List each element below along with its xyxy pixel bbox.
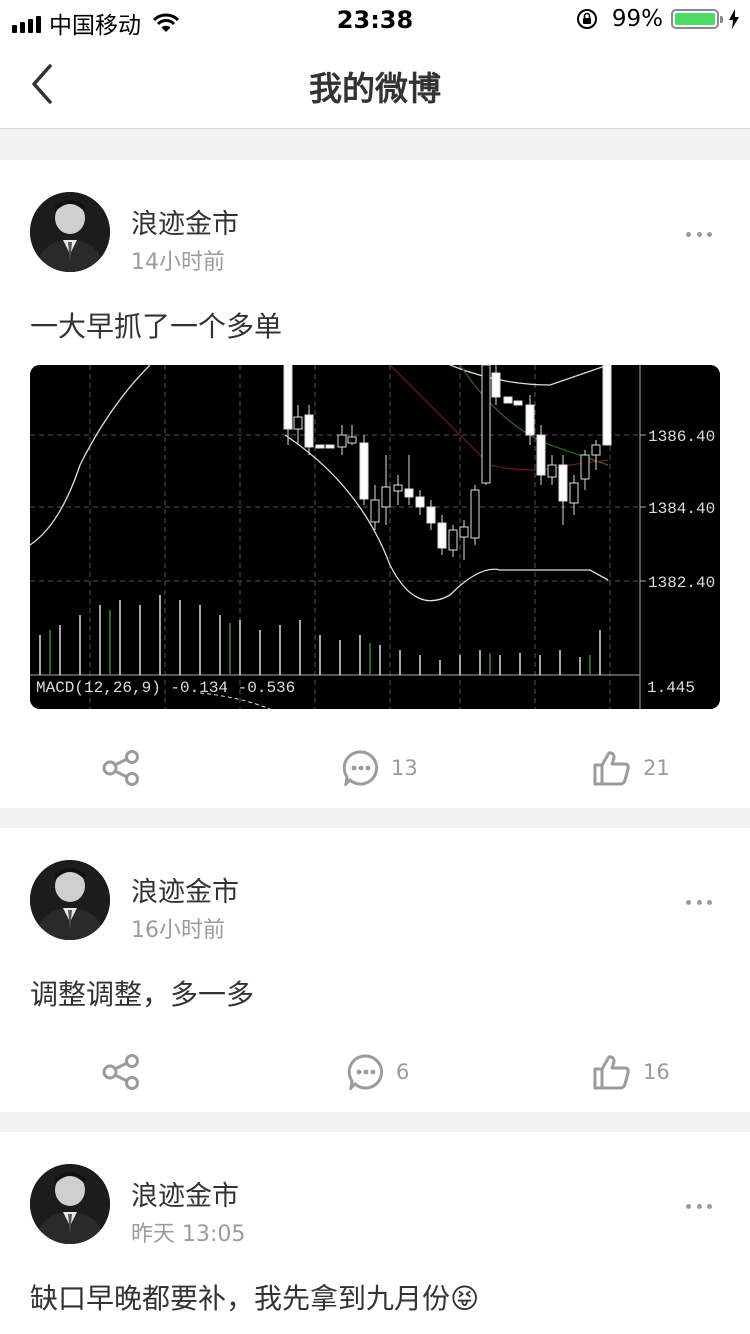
share-icon bbox=[102, 750, 139, 786]
avatar[interactable] bbox=[30, 192, 110, 272]
more-icon[interactable] bbox=[686, 897, 712, 907]
thumbs-up-icon bbox=[593, 751, 630, 786]
share-icon bbox=[102, 1054, 139, 1090]
post-text-body: 缺口早晚都要补，我先拿到九月份 bbox=[30, 1282, 451, 1315]
price-label: 1386.40 bbox=[648, 428, 715, 446]
macd-value: 1.445 bbox=[647, 679, 695, 697]
comment-count: 6 bbox=[396, 1060, 410, 1084]
author-name[interactable]: 浪迹金市 bbox=[131, 202, 239, 241]
post-card: 浪迹金市 昨天 13:05 缺口早晚都要补，我先拿到九月份😝 bbox=[0, 1132, 750, 1334]
macd-label: MACD(12,26,9) -0.134 -0.536 bbox=[36, 679, 295, 697]
comment-button[interactable]: 13 bbox=[343, 750, 418, 786]
comment-button[interactable]: 6 bbox=[348, 1054, 409, 1090]
more-icon[interactable] bbox=[686, 1201, 712, 1211]
post-text: 一大早抓了一个多单 bbox=[30, 310, 283, 343]
price-label: 1382.40 bbox=[648, 574, 715, 592]
status-bar: 中国移动 23:38 99% bbox=[0, 0, 750, 40]
post-text: 调整调整，多一多 bbox=[30, 978, 255, 1011]
thumbs-up-icon bbox=[593, 1055, 630, 1090]
comment-icon bbox=[343, 750, 379, 786]
post-time: 14小时前 bbox=[131, 250, 225, 275]
avatar[interactable] bbox=[30, 860, 110, 940]
post-text: 缺口早晚都要补，我先拿到九月份😝 bbox=[30, 1277, 720, 1317]
share-button[interactable] bbox=[102, 1054, 140, 1090]
post-time: 昨天 13:05 bbox=[131, 1222, 246, 1247]
tongue-emoji-icon: 😝 bbox=[450, 1282, 480, 1315]
like-button[interactable]: 21 bbox=[593, 750, 670, 786]
price-label: 1384.40 bbox=[648, 500, 715, 518]
comment-count: 13 bbox=[391, 756, 418, 780]
post-card: 浪迹金市 14小时前 一大早抓了一个多单 1386.40 1384.40 138… bbox=[0, 160, 750, 808]
like-count: 21 bbox=[643, 756, 670, 780]
like-button[interactable]: 16 bbox=[593, 1054, 670, 1090]
page-title: 我的微博 bbox=[309, 69, 441, 108]
avatar[interactable] bbox=[30, 1164, 110, 1244]
share-button[interactable] bbox=[102, 750, 140, 786]
battery-percent: 99% bbox=[611, 6, 663, 32]
author-name[interactable]: 浪迹金市 bbox=[131, 870, 239, 909]
like-count: 16 bbox=[643, 1060, 670, 1084]
post-time: 16小时前 bbox=[131, 918, 225, 943]
rotation-lock-icon bbox=[576, 9, 597, 29]
comment-icon bbox=[348, 1054, 384, 1090]
author-name[interactable]: 浪迹金市 bbox=[131, 1174, 239, 1213]
charging-bolt-icon bbox=[729, 9, 739, 29]
status-right: 99% bbox=[576, 6, 740, 32]
nav-bar: 我的微博 bbox=[0, 40, 750, 129]
battery-level bbox=[675, 13, 715, 25]
candlestick-chart: 1386.40 1384.40 1382.40 MACD(12,26,9) -0… bbox=[30, 365, 720, 709]
post-image[interactable]: 1386.40 1384.40 1382.40 MACD(12,26,9) -0… bbox=[30, 365, 720, 709]
more-icon[interactable] bbox=[686, 229, 712, 239]
battery-icon bbox=[671, 9, 723, 29]
post-card: 浪迹金市 16小时前 调整调整，多一多 6 16 bbox=[0, 828, 750, 1112]
